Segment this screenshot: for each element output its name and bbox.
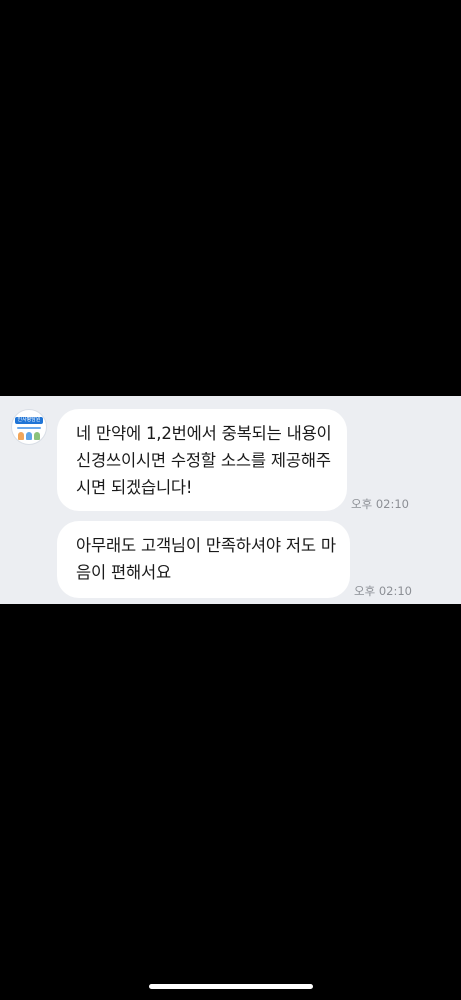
message-text-line: 아무래도 고객님이 만족하셔야 저도 마 (76, 536, 336, 555)
avatar-figure-icon (34, 432, 40, 440)
message-text-line: 시면 되겠습니다! (76, 478, 193, 497)
message-text-line: 음이 편해서요 (76, 563, 171, 582)
message-timestamp: 오후 02:10 (351, 497, 409, 511)
avatar-badge-text: 인사평담원 (15, 417, 43, 424)
avatar-decoration-line (17, 427, 41, 429)
message-bubble[interactable]: 아무래도 고객님이 만족하셔야 저도 마 음이 편해서요 (57, 521, 350, 598)
message-text-line: 신경쓰이시면 수정할 소스를 제공해주 (76, 451, 331, 470)
avatar-figure-icon (26, 432, 32, 440)
home-indicator[interactable] (149, 984, 313, 989)
sender-avatar[interactable]: 인사평담원 (11, 409, 47, 445)
message-timestamp: 오후 02:10 (354, 584, 412, 598)
message-text-line: 네 만약에 1,2번에서 중복되는 내용이 (76, 424, 332, 443)
screen: 인사평담원 네 만약에 1,2번에서 중복되는 내용이 신경쓰이시면 수정할 소… (0, 0, 461, 1000)
chat-message-area: 인사평담원 네 만약에 1,2번에서 중복되는 내용이 신경쓰이시면 수정할 소… (0, 396, 461, 604)
avatar-figure-icon (18, 432, 24, 440)
message-bubble[interactable]: 네 만약에 1,2번에서 중복되는 내용이 신경쓰이시면 수정할 소스를 제공해… (57, 409, 347, 511)
